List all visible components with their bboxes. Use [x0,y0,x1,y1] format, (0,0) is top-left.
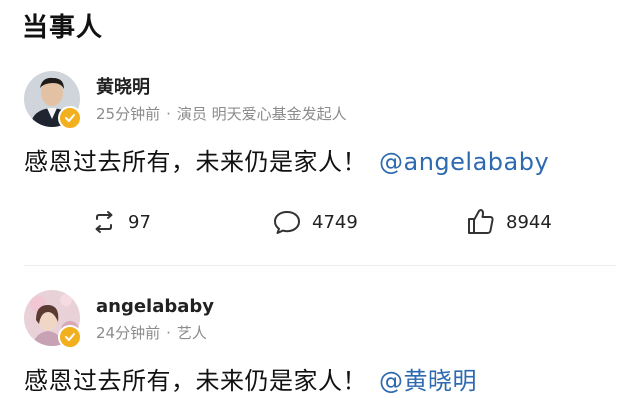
post-meta: 24分钟前 · 艺人 [96,323,207,343]
post-meta: 25分钟前 · 演员 明天爱心基金发起人 [96,104,347,124]
meta-separator: · [166,324,171,342]
section-title: 当事人 [22,13,104,43]
verified-badge-icon [58,106,82,130]
post-time: 24分钟前 [96,324,161,342]
repost-count: 97 [128,211,151,233]
post-time: 25分钟前 [96,105,161,123]
post-divider [24,265,616,266]
mention-link[interactable]: @angelababy [379,148,549,176]
comment-icon [274,211,300,234]
post-body: 感恩过去所有，未来仍是家人！ [24,367,367,395]
meta-separator: · [166,105,171,123]
author-description: 演员 明天爱心基金发起人 [176,105,347,123]
comment-button[interactable]: 4749 [272,202,358,242]
post-text: 感恩过去所有，未来仍是家人！ @angelababy [24,146,549,178]
post-body: 感恩过去所有，未来仍是家人！ [24,148,367,176]
author-description: 艺人 [176,324,207,342]
repost-button[interactable]: 97 [90,202,151,242]
action-bar: 97 4749 8944 [0,202,640,242]
repost-icon [95,211,113,233]
mention-link[interactable]: @黄晓明 [379,367,477,395]
author-name[interactable]: 黄晓明 [96,76,150,100]
like-count: 8944 [506,211,552,233]
comment-count: 4749 [312,211,358,233]
like-button[interactable]: 8944 [466,202,552,242]
thumbs-up-icon [468,209,494,234]
post-text: 感恩过去所有，未来仍是家人！ @黄晓明 [24,365,477,397]
author-name[interactable]: angelababy [96,295,214,319]
verified-badge-icon [58,325,82,349]
